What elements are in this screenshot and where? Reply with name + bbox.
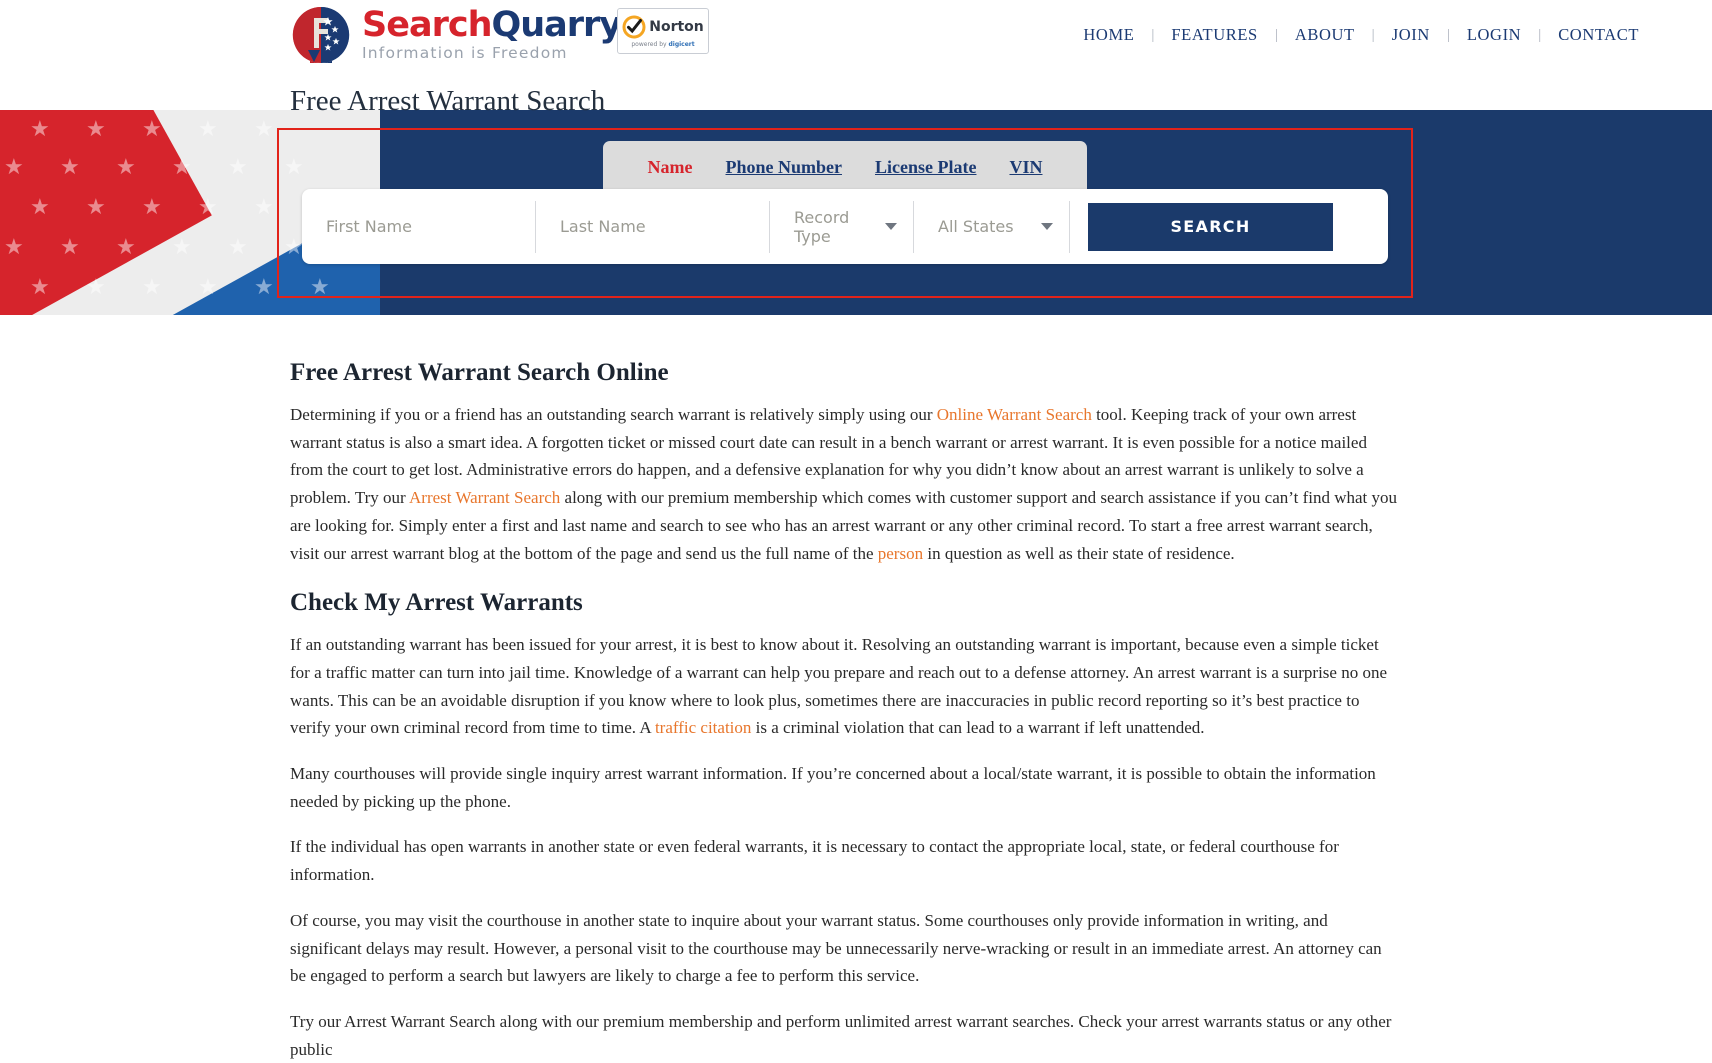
searchquarry-shield-logo-icon [290,4,352,66]
nav-item-features[interactable]: FEATURES [1154,25,1274,45]
page-title: Free Arrest Warrant Search [290,85,606,118]
state-select[interactable]: All States [914,200,1070,253]
tab-license-plate[interactable]: License Plate [875,157,976,178]
site-header: SearchQuarry Information is Freedom Nort… [0,0,1712,117]
site-logo[interactable]: SearchQuarry Information is Freedom [290,4,623,66]
norton-powered-by: powered by digicert [631,41,694,48]
search-form: First Name Last Name Record Type All Sta… [302,189,1388,264]
text-run: Try our Arrest Warrant Search along with… [290,1011,1392,1059]
chevron-down-icon [885,223,897,230]
norton-trust-badge[interactable]: Norton powered by digicert [617,8,709,54]
section-heading-check-my-arrest-warrants: Check My Arrest Warrants [290,589,583,617]
record-type-select[interactable]: Record Type [770,200,914,253]
content-inner: Free Arrest Warrant Search Online Determ… [290,359,1400,1063]
state-value: All States [938,217,1014,236]
chevron-down-icon [1041,223,1053,230]
record-type-value: Record Type [794,207,850,246]
powered-by-text: powered by [631,40,669,48]
inline-link[interactable]: traffic citation [655,718,751,737]
nav-item-about[interactable]: ABOUT [1278,25,1372,45]
section-heading-free-arrest-warrant-search-online: Free Arrest Warrant Search Online [290,359,669,386]
text-run: Of course, you may visit the courthouse … [290,910,1382,986]
inline-link[interactable]: Online Warrant Search [937,405,1092,424]
paragraph: Try our Arrest Warrant Search along with… [290,1008,1400,1063]
tab-phone-number[interactable]: Phone Number [725,157,842,178]
inline-link[interactable]: Arrest Warrant Search [409,488,560,507]
norton-label: Norton [649,18,704,35]
norton-checkmark-icon [622,15,646,39]
logo-tagline: Information is Freedom [362,44,568,63]
last-name-input[interactable]: Last Name [536,200,770,253]
nav-item-join[interactable]: JOIN [1375,25,1447,45]
nav-item-login[interactable]: LOGIN [1450,25,1538,45]
logo-wordmark: SearchQuarry [362,5,623,46]
paragraph: Determining if you or a friend has an ou… [290,401,1400,567]
text-run: If the individual has open warrants in a… [290,837,1339,885]
paragraph: Many courthouses will provide single inq… [290,760,1400,815]
digicert-label: digicert [668,40,695,48]
first-name-input[interactable]: First Name [302,200,536,253]
inline-link[interactable]: person [878,544,923,563]
nav-item-home[interactable]: HOME [1066,25,1151,45]
text-run: Determining if you or a friend has an ou… [290,405,937,424]
tab-vin[interactable]: VIN [1009,157,1042,178]
tab-name[interactable]: Name [648,157,693,178]
logo-word-quarry: Quarry [491,5,623,46]
paragraph: If the individual has open warrants in a… [290,833,1400,888]
text-run: is a criminal violation that can lead to… [751,718,1205,738]
search-type-tabs: Name Phone Number License Plate VIN [603,141,1087,193]
text-run: in question as well as their state of re… [923,543,1235,563]
paragraph: If an outstanding warrant has been issue… [290,631,1400,742]
main-navigation: HOME | FEATURES | ABOUT | JOIN | LOGIN |… [1066,25,1656,45]
text-run: Many courthouses will provide single inq… [290,764,1376,811]
nav-item-contact[interactable]: CONTACT [1541,25,1656,45]
hero-search-banner: ★ ★ ★ ★ ★ ★ ★ ★ ★ ★ ★ ★ ★ ★ ★ ★ ★ ★ ★ ★ … [0,110,1712,315]
last-name-placeholder: Last Name [560,217,646,236]
page-content: Free Arrest Warrant Search Online Determ… [0,315,1712,1063]
paragraph: Of course, you may visit the courthouse … [290,907,1400,990]
search-button[interactable]: SEARCH [1088,202,1333,251]
logo-word-search: Search [362,5,492,46]
first-name-placeholder: First Name [326,217,412,236]
